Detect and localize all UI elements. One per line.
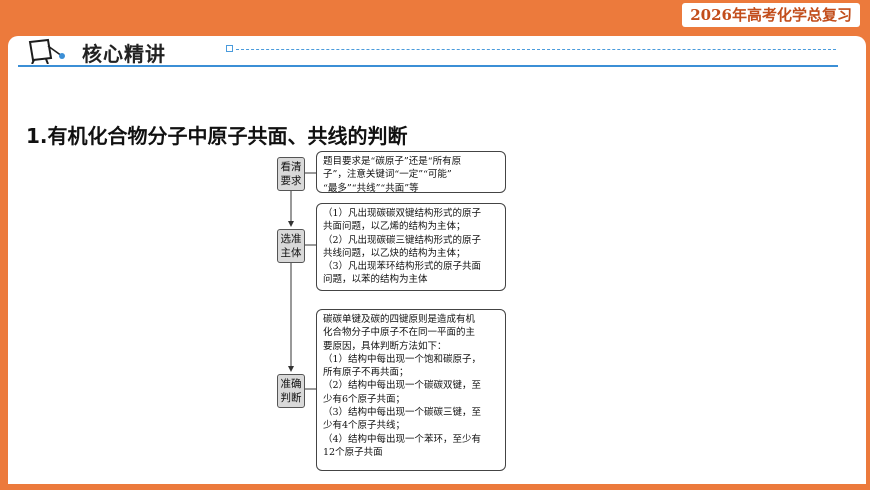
- step-3-line: 12个原子共面: [323, 446, 383, 458]
- flow-diagram: 看清 要求 题目要求是“碳原子”还是“所有原 子”，注意关键词“一定”“可能” …: [0, 0, 870, 490]
- step-3-line: 少有6个原子共面；: [323, 393, 406, 405]
- step-label-2-line1: 选准: [280, 233, 302, 245]
- step-2-line: （3）凡出现苯环结构形式的原子共面: [323, 261, 482, 273]
- step-2-line: 共面问题，以乙烯的结构为主体；: [323, 221, 466, 233]
- step-label-1: 看清 要求: [277, 157, 305, 191]
- step-3-line: （3）结构中每出现一个碳碳三键，至: [323, 407, 482, 419]
- step-3-line: （4）结构中每出现一个苯环，至少有: [323, 433, 482, 445]
- step-label-3: 准确 判断: [277, 374, 305, 408]
- step-1-line: “最多”“共线”“共面”等: [323, 182, 419, 194]
- step-label-1-line1: 看清: [280, 161, 302, 173]
- step-2-line: 问题，以苯的结构为主体: [323, 274, 428, 286]
- step-2-line: （2）凡出现碳碳三键结构形式的原子: [323, 234, 482, 246]
- step-3-line: 要原因，具体判断方法如下：: [323, 340, 447, 352]
- step-label-2-line2: 主体: [280, 247, 302, 259]
- step-content-3: 碳碳单键及碳的四键原则是造成有机 化合物分子中原子不在同一平面的主 要原因，具体…: [316, 309, 506, 471]
- step-2-line: 共线问题，以乙炔的结构为主体；: [323, 247, 466, 259]
- step-content-1: 题目要求是“碳原子”还是“所有原 子”，注意关键词“一定”“可能” “最多”“共…: [316, 151, 506, 194]
- step-1-line: 子”，注意关键词“一定”“可能”: [323, 169, 452, 181]
- step-label-3-line2: 判断: [280, 392, 302, 404]
- step-label-2: 选准 主体: [277, 229, 305, 263]
- step-3-line: 碳碳单键及碳的四键原则是造成有机: [323, 314, 476, 325]
- step-2-line: （1）凡出现碳碳双键结构形式的原子: [323, 208, 482, 219]
- step-3-line: 化合物分子中原子不在同一平面的主: [323, 327, 476, 339]
- step-3-line: 所有原子不再共面；: [323, 367, 409, 379]
- step-3-line: 少有4个原子共线；: [323, 420, 406, 432]
- step-1-line: 题目要求是“碳原子”还是“所有原: [323, 156, 462, 167]
- step-3-line: （1）结构中每出现一个饱和碳原子，: [323, 353, 482, 365]
- step-3-line: （2）结构中每出现一个碳碳双键，至: [323, 380, 482, 392]
- step-label-3-line1: 准确: [280, 378, 302, 390]
- step-content-2: （1）凡出现碳碳双键结构形式的原子 共面问题，以乙烯的结构为主体； （2）凡出现…: [316, 203, 506, 291]
- step-label-1-line2: 要求: [280, 175, 302, 187]
